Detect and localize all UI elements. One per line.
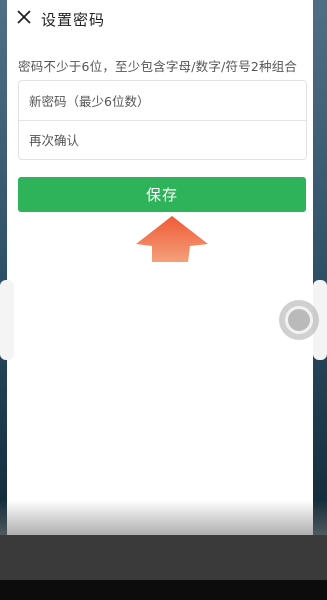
close-button[interactable] [13,6,35,28]
confirm-password-input[interactable] [19,121,306,159]
pointer-arrow-icon [136,216,208,262]
floating-assistive-button[interactable] [279,300,319,340]
bottom-strip [0,580,327,600]
assistive-touch-icon [285,306,313,334]
save-button[interactable]: 保存 [18,177,306,212]
close-icon [17,10,31,24]
password-rule-text: 密码不少于6位，至少包含字母/数字/符号2种组合 [18,59,298,74]
bottom-bar [0,535,327,580]
page-title: 设置密码 [41,11,106,29]
header: 设置密码 [7,0,313,36]
password-form [18,80,307,160]
new-password-input[interactable] [19,82,306,120]
left-edge-tab [0,280,14,360]
